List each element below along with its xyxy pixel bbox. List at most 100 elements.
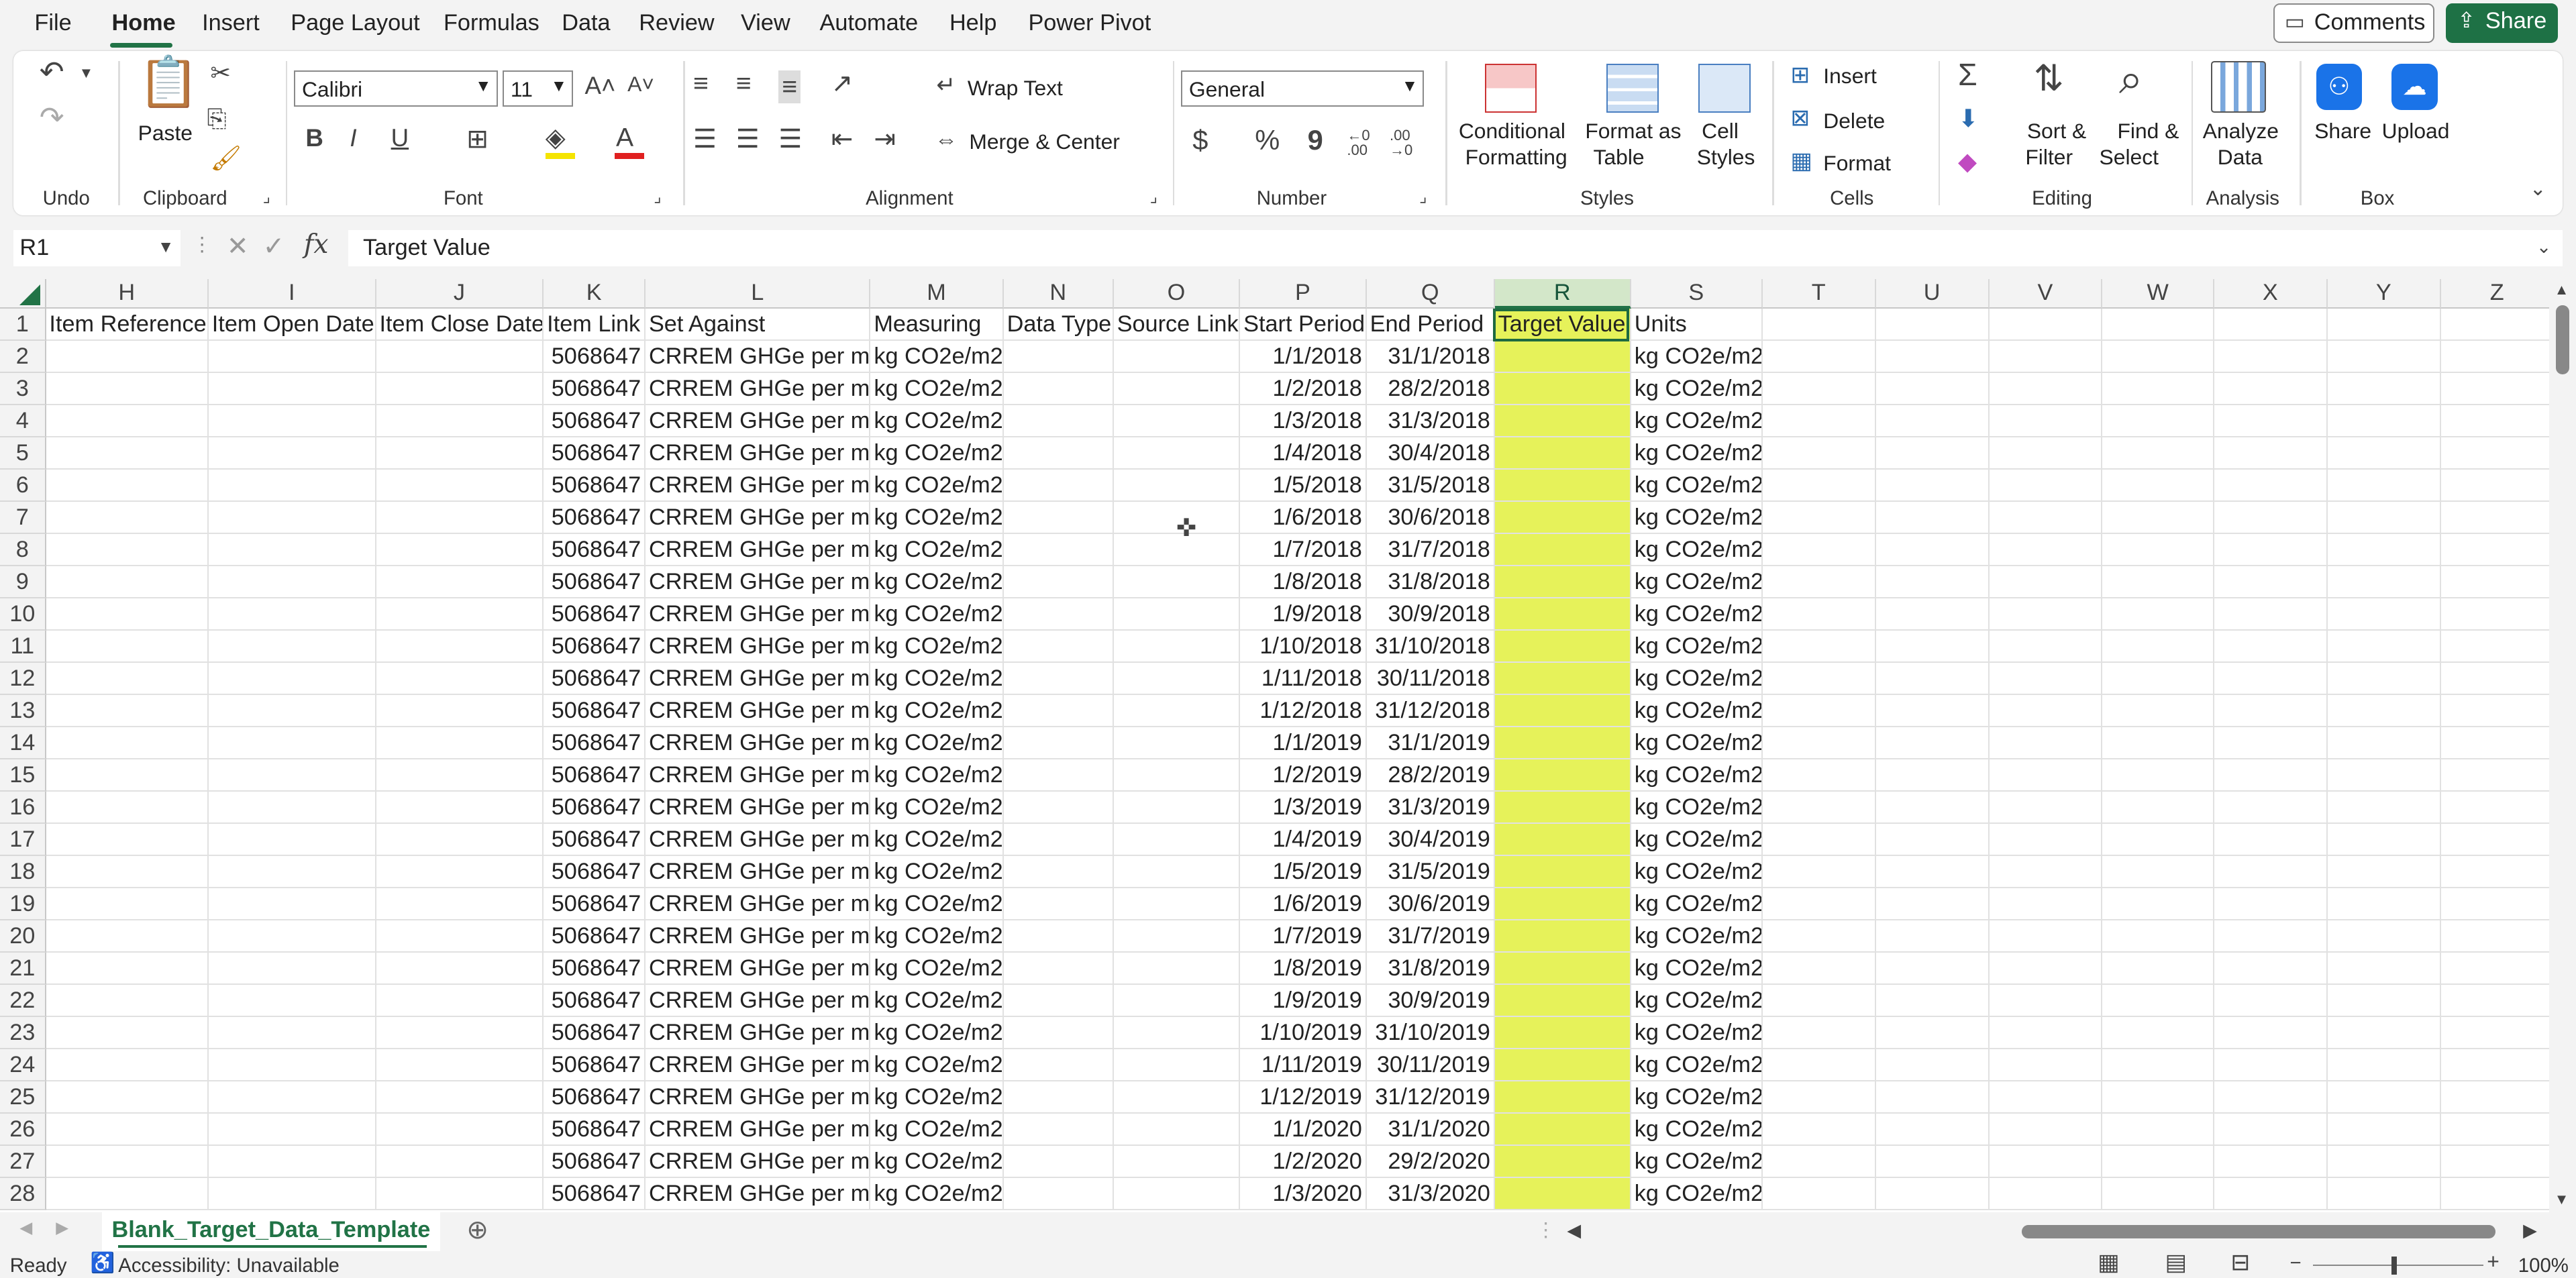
row-header[interactable]: 2: [0, 341, 46, 374]
cell-y[interactable]: [2327, 631, 2441, 663]
cell-y[interactable]: [2327, 437, 2441, 470]
cell-i[interactable]: [208, 566, 376, 599]
cell-y[interactable]: [2327, 341, 2441, 374]
cell-o[interactable]: [1113, 791, 1241, 824]
cell-w[interactable]: [2102, 694, 2214, 727]
cell-k[interactable]: 5068647: [544, 470, 646, 502]
cell-v[interactable]: [1989, 791, 2103, 824]
cell-l[interactable]: CRREM GHGe per m2: [646, 1016, 871, 1049]
cell-r[interactable]: [1494, 1113, 1631, 1146]
cell-v[interactable]: [1989, 437, 2103, 470]
row-header[interactable]: 1: [0, 309, 46, 341]
row-header[interactable]: 18: [0, 855, 46, 888]
cell-i[interactable]: [208, 405, 376, 438]
cell-p[interactable]: 1/11/2019: [1240, 1049, 1367, 1081]
cell-v[interactable]: [1989, 502, 2103, 535]
cell-r[interactable]: [1494, 341, 1631, 374]
cell-z[interactable]: [2440, 1017, 2550, 1049]
cell-y[interactable]: [2327, 1177, 2441, 1210]
row-header[interactable]: 20: [0, 920, 46, 953]
cell-u[interactable]: [1875, 502, 1990, 535]
cell-v[interactable]: [1989, 405, 2103, 438]
cell-o[interactable]: [1113, 631, 1241, 663]
cell-m[interactable]: kg CO2e/m2: [870, 1081, 1004, 1114]
cell-s[interactable]: kg CO2e/m2: [1631, 823, 1763, 856]
cell-m[interactable]: kg CO2e/m2: [870, 534, 1004, 567]
cell-q[interactable]: 30/4/2019: [1366, 823, 1495, 856]
cell-h[interactable]: [46, 373, 209, 406]
cell-l[interactable]: CRREM GHGe per m2: [646, 952, 871, 985]
cell-s[interactable]: kg CO2e/m2: [1631, 598, 1763, 631]
cell-h[interactable]: [46, 759, 209, 792]
cell-o[interactable]: [1113, 1145, 1241, 1178]
page-layout-view-icon[interactable]: ▤: [2165, 1251, 2186, 1274]
cell-w[interactable]: [2102, 598, 2214, 631]
cell-h[interactable]: [46, 1049, 209, 1081]
cell-w[interactable]: [2102, 1049, 2214, 1081]
cell-h[interactable]: [46, 631, 209, 663]
cell-h[interactable]: [46, 1016, 209, 1049]
conditional-formatting-line1[interactable]: Conditional: [1459, 118, 1565, 144]
cell-u[interactable]: [1875, 631, 1990, 663]
cell-u[interactable]: [1875, 1049, 1990, 1081]
comments-button[interactable]: ▭ Comments: [2273, 3, 2434, 43]
cell-w[interactable]: [2102, 341, 2214, 374]
cell-l[interactable]: CRREM GHGe per m2: [646, 1049, 871, 1081]
cell-x[interactable]: [2214, 1016, 2328, 1049]
font-color-icon[interactable]: A: [616, 125, 633, 151]
cell-n[interactable]: [1003, 631, 1114, 663]
column-header-p[interactable]: P: [1240, 279, 1367, 309]
cell-t[interactable]: [1762, 373, 1876, 406]
cell-x[interactable]: [2214, 534, 2328, 567]
menu-help[interactable]: Help: [949, 10, 996, 36]
cell-i[interactable]: [208, 727, 376, 759]
cell-l[interactable]: CRREM GHGe per m2: [646, 888, 871, 920]
find-select-line2[interactable]: Select: [2100, 144, 2159, 170]
cell-m[interactable]: kg CO2e/m2: [870, 694, 1004, 727]
cell-j[interactable]: [376, 952, 544, 985]
cell-x[interactable]: [2214, 694, 2328, 727]
cell-y[interactable]: [2327, 855, 2441, 888]
cell-p[interactable]: 1/12/2019: [1240, 1081, 1367, 1114]
menu-formulas[interactable]: Formulas: [444, 10, 539, 36]
cell-s[interactable]: kg CO2e/m2: [1631, 631, 1763, 663]
column-header-v[interactable]: V: [1989, 279, 2103, 309]
cell-p[interactable]: 1/8/2019: [1240, 952, 1367, 985]
cell-h[interactable]: [46, 502, 209, 535]
cell-t[interactable]: [1762, 855, 1876, 888]
share-button[interactable]: ⇪ Share: [2446, 3, 2558, 43]
cell-q[interactable]: 31/10/2019: [1366, 1016, 1495, 1049]
paste-label[interactable]: Paste: [138, 120, 193, 146]
cell-l[interactable]: CRREM GHGe per m2: [646, 855, 871, 888]
name-box[interactable]: R1 ▼: [13, 229, 181, 266]
format-as-table-line1[interactable]: Format as: [1585, 118, 1681, 144]
cell-u[interactable]: [1875, 984, 1990, 1017]
cell-w[interactable]: [2102, 534, 2214, 567]
cell-m[interactable]: kg CO2e/m2: [870, 663, 1004, 695]
column-header-t[interactable]: T: [1762, 279, 1876, 309]
cell-q[interactable]: 30/6/2018: [1366, 502, 1495, 535]
cell-t[interactable]: [1762, 888, 1876, 920]
header-cell-s[interactable]: Units: [1631, 309, 1763, 341]
cell-x[interactable]: [2214, 823, 2328, 856]
cell-m[interactable]: kg CO2e/m2: [870, 727, 1004, 759]
cell-t[interactable]: [1762, 1113, 1876, 1146]
column-header-m[interactable]: M: [870, 279, 1004, 309]
merge-center-button[interactable]: Merge & Center: [969, 129, 1120, 154]
cell-r[interactable]: [1494, 1081, 1631, 1114]
cell-x[interactable]: [2214, 566, 2328, 599]
cell-t[interactable]: [1762, 694, 1876, 727]
header-cell-q[interactable]: End Period: [1366, 309, 1495, 341]
cell-s[interactable]: kg CO2e/m2: [1631, 952, 1763, 985]
font-name-select[interactable]: Calibri ▼: [294, 70, 498, 107]
cell-y[interactable]: [2327, 598, 2441, 631]
cell-z[interactable]: [2440, 1081, 2550, 1114]
cell-y[interactable]: [2327, 759, 2441, 792]
cell-y[interactable]: [2327, 1081, 2441, 1114]
cell-i[interactable]: [208, 341, 376, 374]
cell-x[interactable]: [2214, 984, 2328, 1017]
cell-j[interactable]: [376, 1081, 544, 1114]
cell-t[interactable]: [1762, 341, 1876, 374]
cell-k[interactable]: 5068647: [544, 855, 646, 888]
format-as-table-line2[interactable]: Table: [1594, 144, 1645, 170]
